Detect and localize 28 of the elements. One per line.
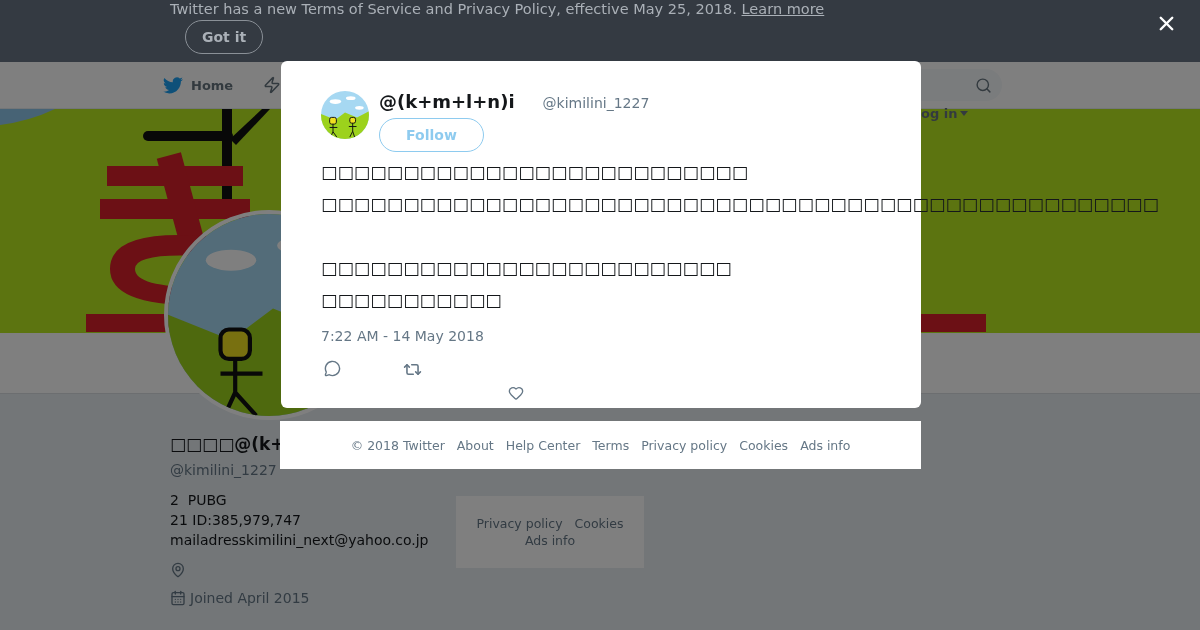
display-name: @(k+m+l+n)i <box>379 91 515 112</box>
footer-link[interactable]: Cookies <box>739 437 789 453</box>
heart-icon[interactable] <box>508 385 524 401</box>
notice-text: Twitter has a new Terms of Service and Privacy Policy, effective May 25, 2018. Learn more <box>170 1 825 17</box>
footer-link[interactable]: Privacy policy <box>476 516 563 531</box>
lightning-icon[interactable] <box>263 76 282 94</box>
bio-line: mailadresskimilini_next@yahoo.co.jp <box>170 531 428 550</box>
home-tab[interactable]: Home <box>163 76 234 94</box>
footer-link[interactable]: Ads info <box>524 533 576 548</box>
reply-icon[interactable] <box>324 360 341 379</box>
location-icon <box>170 562 186 578</box>
bird-icon <box>163 76 183 94</box>
footer-link[interactable]: © 2018 Twitter <box>350 437 445 453</box>
footer-link[interactable]: Privacy policy <box>641 437 728 453</box>
footer-link[interactable]: Terms <box>592 437 630 453</box>
learn-more-link[interactable]: Learn more <box>741 1 825 17</box>
footer-link[interactable]: Help Center <box>505 437 581 453</box>
profile-handle: @kimilini_1227 <box>170 462 278 478</box>
search-icon[interactable] <box>975 76 992 94</box>
bio-line: 2 PUBG <box>170 491 228 510</box>
footer-link[interactable]: Cookies <box>574 516 624 531</box>
profile-name: □□□□@(k+ <box>170 434 285 456</box>
footer-link[interactable]: About <box>456 437 494 453</box>
calendar-icon <box>170 590 186 606</box>
user-handle: @kimilini_1227 <box>542 95 650 111</box>
bio-line: 21 ID:385,979,747 <box>170 511 302 530</box>
joined-date: Joined April 2015 <box>190 590 310 606</box>
footer-link[interactable]: Ads info <box>800 437 851 453</box>
